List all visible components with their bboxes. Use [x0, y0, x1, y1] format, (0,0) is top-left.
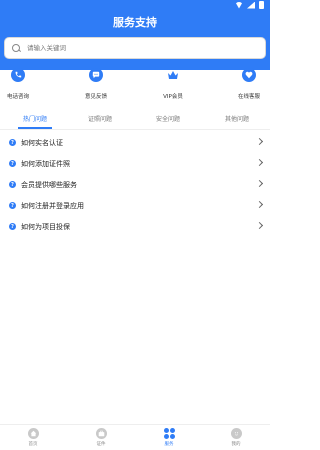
- nav-documents[interactable]: 证件: [81, 428, 121, 447]
- chevron-right-icon: [255, 137, 264, 146]
- faq-item[interactable]: ? 如何为项目投保: [0, 216, 270, 237]
- tab-other[interactable]: 其他问题: [207, 114, 267, 123]
- nav-label: 我的: [231, 442, 241, 447]
- briefcase-icon: [95, 428, 107, 439]
- nav-home[interactable]: 首页: [13, 428, 53, 447]
- quick-link-label: 在线客服: [237, 94, 260, 100]
- page-title: 服务支持: [113, 16, 157, 29]
- app-header: 服务支持: [0, 0, 270, 70]
- faq-item[interactable]: ? 会员提供哪些服务: [0, 174, 270, 195]
- nav-label: 首页: [28, 442, 38, 447]
- faq-question: 如何实名认证: [21, 138, 63, 147]
- tab-security[interactable]: 安全问题: [138, 114, 198, 123]
- crown-icon: [166, 68, 180, 82]
- faq-item[interactable]: ? 如何注册并登录应用: [0, 195, 270, 216]
- signal-icon: [247, 1, 255, 9]
- active-tab-indicator: [18, 127, 52, 129]
- tab-license[interactable]: 证照问题: [70, 114, 130, 123]
- quick-link-label: 电话咨询: [6, 94, 29, 100]
- nav-label: 服务: [164, 442, 174, 447]
- quick-link-label: VIP会员: [163, 94, 183, 100]
- quick-link-label: 意见反馈: [84, 94, 107, 100]
- chevron-right-icon: [255, 179, 264, 188]
- status-bar: [0, 0, 270, 10]
- question-icon: ?: [9, 181, 16, 188]
- faq-question: 如何为项目投保: [21, 222, 70, 231]
- faq-item[interactable]: ? 如何添加证件照: [0, 153, 270, 174]
- quick-link-feedback[interactable]: 意见反馈: [66, 68, 126, 100]
- chat-icon: [89, 68, 103, 82]
- battery-icon: [259, 1, 264, 9]
- faq-list: ? 如何实名认证 ? 如何添加证件照 ? 会员提供哪些服务 ? 如何注册并登录应…: [0, 132, 270, 237]
- apps-grid-icon: [163, 428, 175, 439]
- search-icon: [12, 43, 21, 53]
- tab-hot[interactable]: 热门问题: [5, 114, 65, 123]
- search-bar[interactable]: [4, 37, 266, 59]
- chevron-right-icon: [255, 221, 264, 230]
- faq-item[interactable]: ? 如何实名认证: [0, 132, 270, 153]
- quick-link-phone[interactable]: 电话咨询: [0, 68, 48, 100]
- quick-links: 电话咨询 意见反馈 VIP会员 在线客服: [0, 68, 270, 108]
- faq-question: 如何添加证件照: [21, 159, 70, 168]
- bottom-nav: 首页 证件 服务 我的: [0, 424, 270, 450]
- question-icon: ?: [9, 160, 16, 167]
- heart-icon: [242, 68, 256, 82]
- chevron-right-icon: [255, 158, 264, 167]
- home-icon: [27, 428, 39, 439]
- chevron-right-icon: [255, 200, 264, 209]
- question-icon: ?: [9, 139, 16, 146]
- nav-service[interactable]: 服务: [149, 428, 189, 447]
- phone-icon: [11, 68, 25, 82]
- quick-link-vip[interactable]: VIP会员: [143, 68, 203, 100]
- nav-profile[interactable]: 我的: [216, 428, 256, 447]
- faq-question: 会员提供哪些服务: [21, 180, 77, 189]
- nav-label: 证件: [96, 442, 106, 447]
- question-icon: ?: [9, 223, 16, 230]
- wifi-icon: [235, 1, 243, 9]
- faq-question: 如何注册并登录应用: [21, 201, 84, 210]
- user-icon: [230, 428, 242, 439]
- status-icons: [235, 1, 264, 9]
- quick-link-service[interactable]: 在线客服: [219, 68, 279, 100]
- question-icon: ?: [9, 202, 16, 209]
- search-input[interactable]: [27, 44, 247, 52]
